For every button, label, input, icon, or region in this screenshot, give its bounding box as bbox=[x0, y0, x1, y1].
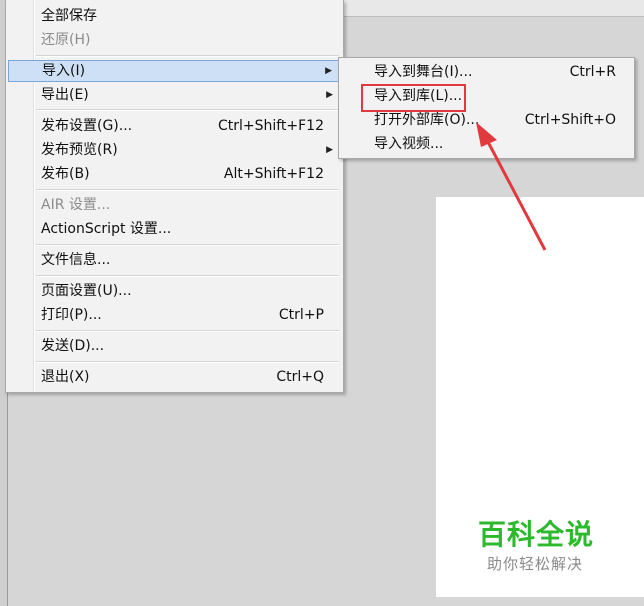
menu-item-shortcut: Alt+Shift+F12 bbox=[223, 166, 324, 182]
menu-item-label: 发布设置(G)... bbox=[41, 118, 133, 134]
annotation-highlight-box bbox=[361, 84, 466, 112]
menu-item-page-setup[interactable]: 页面设置(U)... bbox=[8, 280, 341, 302]
menu-separator bbox=[36, 55, 339, 57]
menu-item-label: 发布预览(R) bbox=[41, 142, 118, 158]
menu-item-send[interactable]: 发送(D)... bbox=[8, 335, 341, 357]
menu-item-label: 全部保存 bbox=[41, 8, 97, 24]
menu-item-import[interactable]: 导入(I) ▶ bbox=[8, 60, 341, 82]
menu-separator bbox=[36, 244, 339, 246]
menu-item-exit[interactable]: 退出(X) Ctrl+Q bbox=[8, 366, 341, 388]
menu-item-save-all[interactable]: 全部保存 bbox=[8, 5, 341, 27]
menu-item-label: 打开外部库(O)... bbox=[374, 112, 480, 128]
watermark-slogan: 助你轻松解决 bbox=[487, 555, 584, 573]
menu-item-revert: 还原(H) bbox=[8, 29, 341, 51]
file-menu: 全部保存 还原(H) 导入(I) ▶ 导出(E) ▶ 发布设置(G)... Ct… bbox=[5, 0, 344, 393]
menu-item-publish-settings[interactable]: 发布设置(G)... Ctrl+Shift+F12 bbox=[8, 115, 341, 137]
workspace-toolbar bbox=[340, 0, 644, 17]
menu-item-label: 导入视频... bbox=[374, 136, 444, 152]
menu-item-shortcut: Ctrl+P bbox=[278, 307, 324, 323]
menu-item-shortcut: Ctrl+Shift+F12 bbox=[217, 118, 324, 134]
menu-item-publish[interactable]: 发布(B) Alt+Shift+F12 bbox=[8, 163, 341, 185]
menu-separator bbox=[36, 330, 339, 332]
menu-item-file-info[interactable]: 文件信息... bbox=[8, 249, 341, 271]
menu-item-label: 导入(I) bbox=[42, 63, 86, 79]
submenu-item-import-video[interactable]: 导入视频... bbox=[341, 133, 632, 155]
menu-item-label: ActionScript 设置... bbox=[41, 221, 172, 237]
menu-item-label: 发布(B) bbox=[41, 166, 90, 182]
menu-separator bbox=[36, 361, 339, 363]
submenu-item-open-external-library[interactable]: 打开外部库(O)... Ctrl+Shift+O bbox=[341, 109, 632, 131]
menu-item-label: 发送(D)... bbox=[41, 338, 105, 354]
menu-separator bbox=[36, 109, 339, 111]
menu-item-label: 导出(E) bbox=[41, 87, 89, 103]
submenu-arrow-icon: ▶ bbox=[325, 66, 332, 76]
menu-item-label: 导入到舞台(I)... bbox=[374, 64, 473, 80]
submenu-arrow-icon: ▶ bbox=[326, 145, 333, 155]
menu-item-air-settings: AIR 设置... bbox=[8, 194, 341, 216]
submenu-item-import-to-stage[interactable]: 导入到舞台(I)... Ctrl+R bbox=[341, 61, 632, 83]
menu-item-label: AIR 设置... bbox=[41, 197, 111, 213]
menu-item-publish-preview[interactable]: 发布预览(R) ▶ bbox=[8, 139, 341, 161]
menu-item-shortcut: Ctrl+Q bbox=[276, 369, 324, 385]
submenu-arrow-icon: ▶ bbox=[326, 90, 333, 100]
menu-separator bbox=[36, 275, 339, 277]
menu-item-label: 打印(P)... bbox=[41, 307, 102, 323]
menu-item-shortcut: Ctrl+Shift+O bbox=[524, 112, 616, 128]
menu-item-label: 还原(H) bbox=[41, 32, 91, 48]
menu-item-print[interactable]: 打印(P)... Ctrl+P bbox=[8, 304, 341, 326]
menu-item-label: 页面设置(U)... bbox=[41, 283, 132, 299]
menu-item-label: 文件信息... bbox=[41, 252, 111, 268]
watermark-logo: 百科全说 bbox=[478, 518, 595, 551]
menu-item-export[interactable]: 导出(E) ▶ bbox=[8, 84, 341, 106]
menu-separator bbox=[36, 189, 339, 191]
menu-item-actionscript-settings[interactable]: ActionScript 设置... bbox=[8, 218, 341, 240]
menu-item-label: 退出(X) bbox=[41, 369, 90, 385]
menu-item-shortcut: Ctrl+R bbox=[569, 64, 616, 80]
